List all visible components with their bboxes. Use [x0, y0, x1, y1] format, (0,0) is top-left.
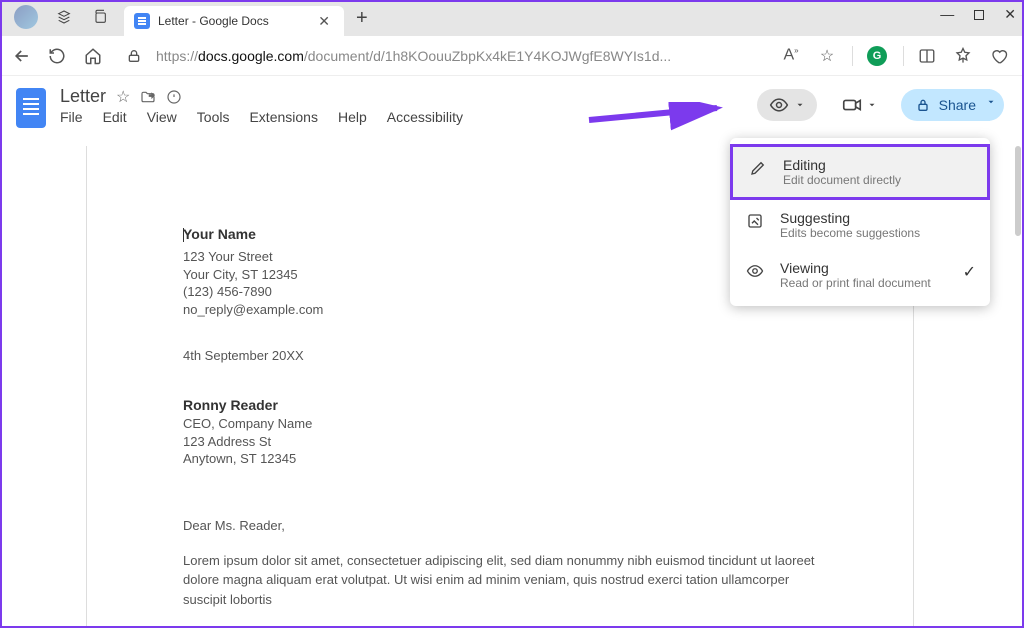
letter-greeting: Dear Ms. Reader,: [183, 518, 817, 533]
health-icon[interactable]: [990, 47, 1012, 65]
tab-close-button[interactable]: ✕: [314, 13, 334, 30]
favorite-icon[interactable]: ☆: [816, 46, 838, 66]
camera-icon: [841, 94, 863, 116]
home-button[interactable]: [84, 47, 106, 65]
recipient-street: 123 Address St: [183, 433, 817, 451]
mode-item-suggesting[interactable]: Suggesting Edits become suggestions: [730, 200, 990, 250]
split-screen-icon[interactable]: [918, 47, 940, 65]
chevron-down-icon: [795, 100, 805, 110]
mode-title: Suggesting: [780, 210, 920, 226]
share-label: Share: [939, 97, 976, 113]
check-icon: ✓: [963, 262, 976, 282]
collections-icon[interactable]: [88, 5, 112, 29]
url-host: docs.google.com: [198, 48, 304, 64]
maximize-button[interactable]: [974, 6, 984, 23]
menu-help[interactable]: Help: [338, 109, 367, 125]
mode-title: Viewing: [780, 260, 931, 276]
star-icon[interactable]: ☆: [116, 87, 130, 107]
back-button[interactable]: [12, 46, 34, 66]
new-tab-button[interactable]: +: [344, 7, 380, 30]
docs-header: Letter ☆ File Edit View Tools Extensions…: [2, 76, 1022, 136]
share-dropdown-button[interactable]: [978, 89, 1004, 121]
toolbar-separator: [903, 46, 904, 66]
pencil-icon: [749, 159, 769, 177]
site-info-icon[interactable]: [126, 48, 148, 64]
move-icon[interactable]: [140, 89, 156, 105]
menu-view[interactable]: View: [147, 109, 177, 125]
recipient-title: CEO, Company Name: [183, 415, 817, 433]
mode-item-editing[interactable]: Editing Edit document directly: [730, 144, 990, 200]
menu-tools[interactable]: Tools: [197, 109, 230, 125]
browser-titlebar: Letter - Google Docs ✕ + — ✕: [2, 2, 1022, 36]
mode-subtitle: Read or print final document: [780, 276, 931, 290]
lock-icon: [915, 97, 931, 113]
share-button[interactable]: Share: [901, 89, 990, 121]
document-title[interactable]: Letter: [60, 86, 106, 107]
sender-email: no_reply@example.com: [183, 301, 817, 319]
recipient-name: Ronny Reader: [183, 397, 278, 413]
menu-accessibility[interactable]: Accessibility: [387, 109, 463, 125]
sender-name: Your Name: [183, 226, 256, 242]
google-docs-favicon-icon: [134, 13, 150, 29]
suggest-icon: [746, 212, 766, 230]
letter-date: 4th September 20XX: [183, 348, 817, 363]
recipient-city: Anytown, ST 12345: [183, 450, 817, 468]
toolbar-separator: [852, 46, 853, 66]
chevron-down-icon: [867, 100, 877, 110]
eye-icon: [769, 95, 789, 115]
view-mode-button[interactable]: [757, 89, 817, 121]
extension-grammarly-icon[interactable]: G: [867, 46, 889, 66]
menu-extensions[interactable]: Extensions: [249, 109, 317, 125]
refresh-button[interactable]: [48, 47, 70, 65]
scrollbar[interactable]: [1012, 146, 1022, 626]
sender-city: Your City, ST 12345: [183, 266, 817, 284]
google-docs-logo-icon[interactable]: [16, 88, 46, 128]
browser-toolbar: https://docs.google.com/document/d/1h8KO…: [2, 36, 1022, 76]
scroll-thumb[interactable]: [1015, 146, 1021, 236]
minimize-button[interactable]: —: [940, 6, 954, 23]
mode-subtitle: Edit document directly: [783, 173, 901, 187]
eye-icon: [746, 262, 766, 280]
browser-tab[interactable]: Letter - Google Docs ✕: [124, 6, 344, 36]
letter-body: Lorem ipsum dolor sit amet, consectetuer…: [183, 551, 817, 610]
menu-edit[interactable]: Edit: [103, 109, 127, 125]
url-prefix: https://: [156, 48, 198, 64]
close-window-button[interactable]: ✕: [1004, 6, 1016, 23]
mode-subtitle: Edits become suggestions: [780, 226, 920, 240]
window-controls: — ✕: [940, 6, 1016, 23]
mode-menu: Editing Edit document directly Suggestin…: [730, 138, 990, 306]
chevron-down-icon: [986, 97, 996, 107]
url-path: /document/d/1h8KOouuZbpKx4kE1Y4KOJWgfE8W…: [304, 48, 671, 64]
profile-avatar[interactable]: [14, 5, 38, 29]
menu-file[interactable]: File: [60, 109, 83, 125]
workspaces-icon[interactable]: [52, 5, 76, 29]
sender-phone: (123) 456-7890: [183, 283, 817, 301]
reader-mode-icon[interactable]: A»: [780, 46, 802, 64]
collections-icon[interactable]: [954, 47, 976, 65]
tab-title: Letter - Google Docs: [158, 14, 269, 28]
mode-title: Editing: [783, 157, 901, 173]
mode-item-viewing[interactable]: Viewing Read or print final document ✓: [730, 250, 990, 300]
cloud-status-icon[interactable]: [166, 89, 182, 105]
address-bar[interactable]: https://docs.google.com/document/d/1h8KO…: [120, 48, 766, 64]
meet-button[interactable]: [831, 88, 887, 122]
sender-street: 123 Your Street: [183, 248, 817, 266]
